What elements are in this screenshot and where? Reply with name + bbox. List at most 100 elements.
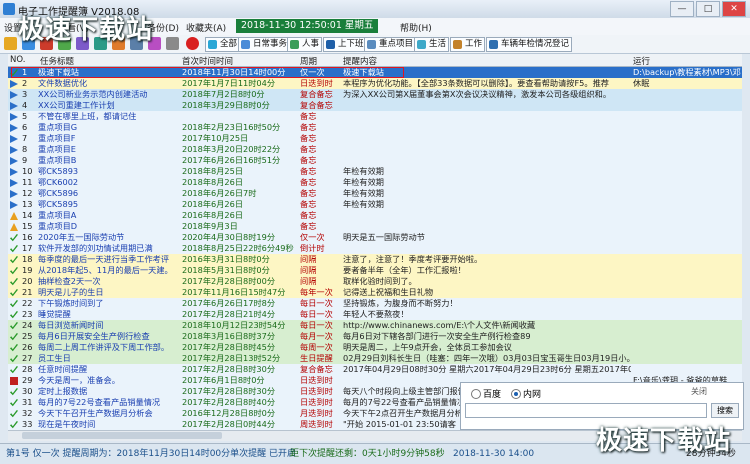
- col-run[interactable]: 运行: [633, 55, 650, 67]
- category-work[interactable]: 工作: [450, 37, 486, 52]
- table-row[interactable]: 17 软件开发部的刘功情试用期已满 2018年8月25日22时6分49秒 倒计时: [8, 243, 742, 254]
- baidu-label: 百度: [483, 390, 502, 400]
- table-row[interactable]: 14 重点项目A 2016年8月26日 备忘: [8, 210, 742, 221]
- cell-title: 重点项目B: [38, 155, 77, 165]
- table-row[interactable]: 25 每月6日开展安全生产例行检查 2018年3月16日8时37分 每月一次 每月6日对…: [8, 331, 742, 342]
- cell-title: XX公司新业务示范内创建活动: [38, 89, 148, 99]
- table-row[interactable]: 23 睡觉提醒 2017年2月28日21时4分 每日一次 年轻人不要熬夜！: [8, 309, 742, 320]
- cell-no: 5: [22, 111, 28, 121]
- settings-icon[interactable]: [166, 37, 179, 50]
- cell-first: 2017年10月25日: [182, 133, 249, 143]
- check-icon: [10, 333, 18, 341]
- intranet-radio[interactable]: [511, 389, 521, 399]
- cell-first: 2018年6月26日: [182, 199, 244, 209]
- maximize-button[interactable]: □: [696, 1, 720, 17]
- cell-title: 重点项目E: [38, 144, 76, 154]
- cell-title: 软件开发部的刘功情试用期已满: [38, 243, 153, 253]
- menu-item-help[interactable]: 帮助(H): [400, 21, 432, 34]
- col-no[interactable]: NO.: [10, 55, 25, 65]
- table-row[interactable]: 21 明天是儿子的生日 2017年11月16日15时47分 每年一次 记得送上祝福和生日…: [8, 287, 742, 298]
- search-input[interactable]: [465, 403, 707, 418]
- cell-period: 备忘: [300, 199, 317, 209]
- warn-icon: [10, 212, 18, 220]
- search-button[interactable]: 搜索: [711, 403, 739, 418]
- table-row[interactable]: 4 XX公司重建工作计划 2018年3月29日8时0分 复合备忘: [8, 100, 742, 111]
- col-period[interactable]: 周期: [300, 55, 317, 67]
- category-all[interactable]: 全部: [205, 37, 241, 52]
- table-row[interactable]: 15 重点项目D 2018年9月3日 备忘: [8, 221, 742, 232]
- minimize-button[interactable]: —: [670, 1, 694, 17]
- category-daily[interactable]: 日常事务: [238, 37, 291, 52]
- cell-period: 月迭到时: [300, 408, 333, 418]
- check-icon: [10, 322, 18, 330]
- table-row[interactable]: 18 每季度的最后一天进行当季工作考评 2016年3月31日8时0分 间隔 注意了，注意…: [8, 254, 742, 265]
- cell-no: 27: [22, 353, 33, 363]
- baidu-radio[interactable]: [471, 389, 481, 399]
- cell-no: 26: [22, 342, 33, 352]
- table-row[interactable]: 2 文件数据优化 2017年1月7日11时04分 日迭到时 本程序为优化功能。【全部33…: [8, 78, 742, 89]
- cell-first: 2017年2月28日13时52分: [182, 353, 281, 363]
- col-first-time[interactable]: 首次时间时间: [182, 55, 233, 67]
- cell-title: 每季度的最后一天进行当季工作考评: [38, 254, 170, 264]
- table-row[interactable]: 19 从2018年起5、11月的最后一天建。 2018年5月31日8时0分 间隔 要者备…: [8, 265, 742, 276]
- cell-period: 复合备忘: [300, 364, 333, 374]
- check-icon: [10, 267, 18, 275]
- table-row[interactable]: 16 2020年五一国际劳动节 2020年4月30日8时19分 仅一次 明天是五一国际劳…: [8, 232, 742, 243]
- cell-no: 16: [22, 232, 33, 242]
- current-datetime: 2018-11-30 12:50:01 星期五: [236, 19, 379, 33]
- cell-period: 每日一次: [300, 320, 333, 330]
- table-row[interactable]: 11 鄂CK6002 2018年8月26日 备忘 年检有效期: [8, 177, 742, 188]
- cell-title: 明天是儿子的生日: [38, 287, 104, 297]
- cell-period: 日迭到时: [300, 386, 333, 396]
- cell-first: 2017年2月28日8时00分: [182, 276, 276, 286]
- add-icon[interactable]: [4, 37, 17, 50]
- cell-period: 复合备忘: [300, 89, 333, 99]
- tri-icon: [10, 135, 18, 143]
- table-row[interactable]: 6 重点项目G 2018年2月23日16时50分 备忘: [8, 122, 742, 133]
- cell-period: 备忘: [300, 166, 317, 176]
- cell-run: 休眠: [633, 78, 650, 88]
- cell-period: 倒计时: [300, 243, 325, 253]
- power-icon[interactable]: [186, 37, 199, 50]
- table-row[interactable]: 9 重点项目B 2017年6月26日16时51分 备忘: [8, 155, 742, 166]
- menu-item-favorites[interactable]: 收藏夹(A): [186, 21, 226, 34]
- table-row[interactable]: 3 XX公司新业务示范内创建活动 2018年7月2日8时0分 复合备忘 为深入XX公司第…: [8, 89, 742, 100]
- cell-no: 33: [22, 419, 33, 429]
- check-icon: [10, 300, 18, 308]
- table-row[interactable]: 8 重点项目E 2018年3月20日20时22分 备忘: [8, 144, 742, 155]
- table-row[interactable]: 27 员工生日 2017年2月28日13时52分 生日提醒 02月29日刘科长生日（哇塞…: [8, 353, 742, 364]
- cell-title: 鄂CK5896: [38, 188, 79, 198]
- scroll-thumb[interactable]: [22, 432, 222, 439]
- cell-no: 18: [22, 254, 33, 264]
- cell-no: 29: [22, 375, 33, 385]
- category-commute[interactable]: 上下班: [323, 37, 367, 52]
- cell-title: 重点项目A: [38, 210, 77, 220]
- table-row[interactable]: 24 每日浏览新闻时间 2018年10月12日23时54分 每日一次 http://ww…: [8, 320, 742, 331]
- cell-first: 2018年5月31日8时0分: [182, 265, 270, 275]
- cell-period: 周迭到时: [300, 419, 333, 429]
- table-row[interactable]: 28 任意时间提醒 2017年2月28日8时30分 复合备忘 2017年04月29日08…: [8, 364, 742, 375]
- category-key-projects[interactable]: 重点项目: [364, 37, 417, 52]
- table-row[interactable]: 7 重点项目F 2017年10月25日 备忘: [8, 133, 742, 144]
- category-hr[interactable]: 人事: [287, 37, 323, 52]
- col-title[interactable]: 任务标题: [40, 55, 74, 67]
- col-content[interactable]: 提醒内容: [343, 55, 377, 67]
- popup-close-label[interactable]: 关闭: [691, 386, 707, 397]
- table-row[interactable]: 13 鄂CK5895 2018年6月26日 备忘 年检有效期: [8, 199, 742, 210]
- cell-run: D:\backup\教程素材\MP3\邓: [633, 67, 741, 77]
- tri-icon: [10, 113, 18, 121]
- category-vehicle[interactable]: 车辆年检情况登记: [486, 37, 573, 52]
- table-row[interactable]: 20 抽样检查2天一次 2017年2月28日8时00分 间隔 取样化验时间到了。: [8, 276, 742, 287]
- table-row[interactable]: 22 下午锻炼时间到了 2017年6月26日17时8分 每日一次 坚持锻炼，为腹身而不断…: [8, 298, 742, 309]
- cell-first: 2018年8月25日: [182, 166, 244, 176]
- table-row[interactable]: 10 鄂CK5893 2018年8月25日 备忘 年检有效期: [8, 166, 742, 177]
- cell-period: 生日提醒: [300, 353, 333, 363]
- cell-content: 年检有效期: [343, 166, 384, 176]
- check-icon: [10, 234, 18, 242]
- table-row[interactable]: 12 鄂CK5896 2018年6月26日7时 备忘 年检有效期: [8, 188, 742, 199]
- cell-first: 2018年6月26日7时: [182, 188, 257, 198]
- table-row[interactable]: 26 每周二上周工作讲评及下周工作部。 2017年2月28日8时45分 每周一次 明天是…: [8, 342, 742, 353]
- close-button[interactable]: ✕: [722, 1, 746, 17]
- table-row[interactable]: 5 不管在哪里上班，都请记住 备忘: [8, 111, 742, 122]
- category-life[interactable]: 生活: [414, 37, 450, 52]
